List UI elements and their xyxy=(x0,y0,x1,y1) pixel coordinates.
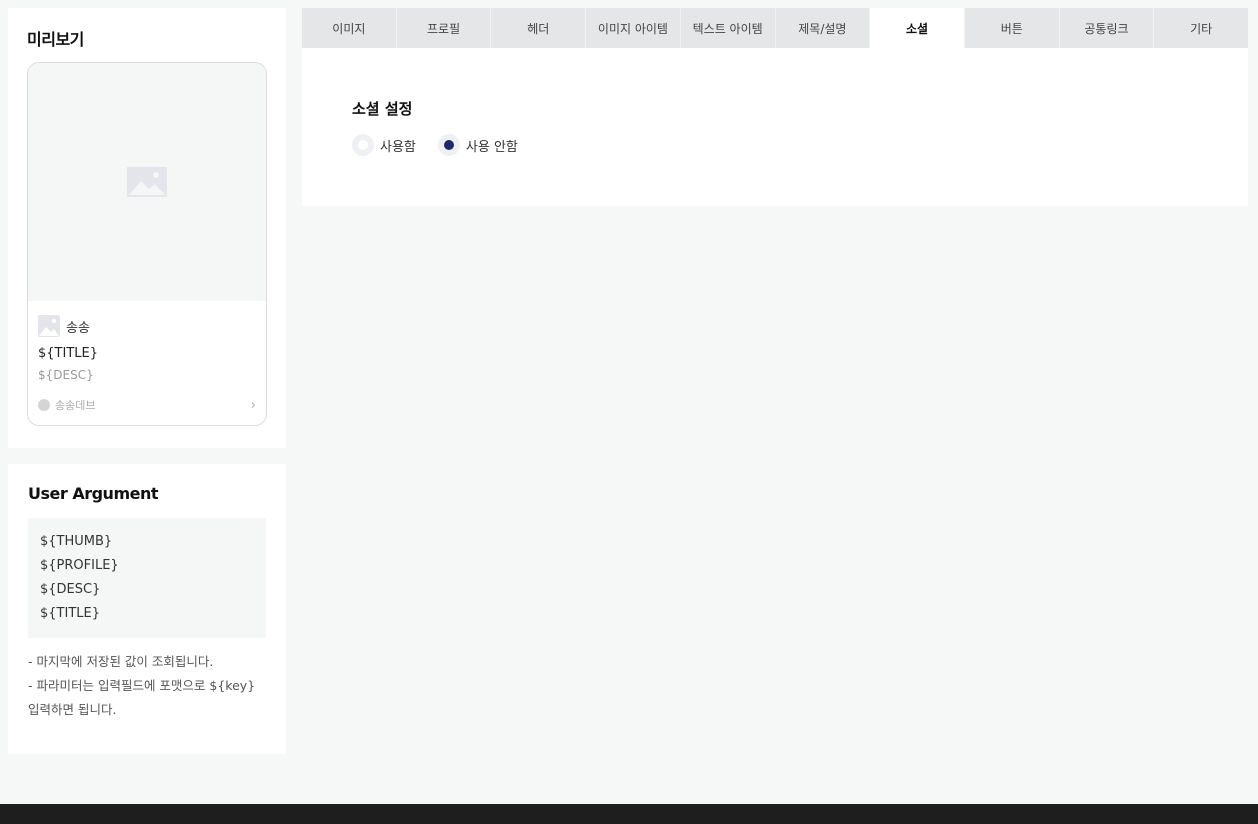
card-desc: ${DESC} xyxy=(38,368,94,382)
settings-tabs: 이미지 프로필 헤더 이미지 아이템 텍스트 아이템 제목/설명 소셜 버튼 공… xyxy=(302,8,1249,48)
argument-list: ${THUMB} ${PROFILE} ${DESC} ${TITLE} xyxy=(28,518,266,638)
social-settings-panel: 소셜 설정 사용함 사용 안함 xyxy=(302,48,1248,206)
user-argument-title: User Argument xyxy=(28,484,159,503)
tab-image[interactable]: 이미지 xyxy=(302,8,397,48)
argument-item: ${THUMB} xyxy=(40,534,113,549)
note-line: - 마지막에 저장된 값이 조회됩니다. xyxy=(28,654,214,669)
section-title: 소셜 설정 xyxy=(352,100,413,118)
preview-title: 미리보기 xyxy=(27,30,84,49)
radio-not-use[interactable]: 사용 안함 xyxy=(437,134,518,156)
tab-common-link[interactable]: 공통링크 xyxy=(1059,8,1155,48)
tab-text-item[interactable]: 텍스트 아이템 xyxy=(680,8,776,48)
image-placeholder-icon xyxy=(127,167,167,197)
card-profile: 송송 xyxy=(38,315,90,337)
note-line: - 파라미터는 입력필드에 포맷으로 ${key} 입력하면 됩니다. xyxy=(28,678,256,717)
radio-label: 사용 안함 xyxy=(465,139,518,155)
card-title: ${TITLE} xyxy=(38,346,98,361)
tab-social[interactable]: 소셜 xyxy=(870,8,965,48)
radio-label: 사용함 xyxy=(380,139,416,155)
tab-button[interactable]: 버튼 xyxy=(964,8,1060,48)
tab-etc[interactable]: 기타 xyxy=(1154,8,1249,48)
argument-notes: - 마지막에 저장된 값이 조회됩니다. - 파라미터는 입력필드에 포맷으로 … xyxy=(28,650,268,722)
preview-card[interactable]: 송송 ${TITLE} ${DESC} 송송데브 › xyxy=(27,62,267,426)
social-radio-group: 사용함 사용 안함 xyxy=(352,134,540,156)
card-footer[interactable]: 송송데브 › xyxy=(38,397,256,413)
argument-item: ${DESC} xyxy=(40,582,101,597)
radio-use[interactable]: 사용함 xyxy=(352,134,416,156)
user-argument-panel: User Argument ${THUMB} ${PROFILE} ${DESC… xyxy=(8,464,286,754)
profile-name: 송송 xyxy=(66,320,90,336)
page-footer xyxy=(0,804,1258,824)
tab-title-desc[interactable]: 제목/설명 xyxy=(775,8,871,48)
argument-item: ${TITLE} xyxy=(40,606,100,621)
radio-button[interactable] xyxy=(437,134,460,156)
preview-panel: 미리보기 송송 ${TITLE} ${DESC} 송송데브 › xyxy=(8,8,286,448)
radio-button[interactable] xyxy=(352,134,374,156)
tab-header[interactable]: 헤더 xyxy=(491,8,587,48)
channel-icon xyxy=(38,399,50,411)
avatar-placeholder-icon xyxy=(38,315,60,337)
tab-profile[interactable]: 프로필 xyxy=(396,8,492,48)
card-thumbnail xyxy=(28,63,266,301)
argument-item: ${PROFILE} xyxy=(40,558,119,573)
tab-image-item[interactable]: 이미지 아이템 xyxy=(586,8,681,48)
channel-name: 송송데브 xyxy=(55,399,96,412)
chevron-right-icon[interactable]: › xyxy=(251,398,256,413)
